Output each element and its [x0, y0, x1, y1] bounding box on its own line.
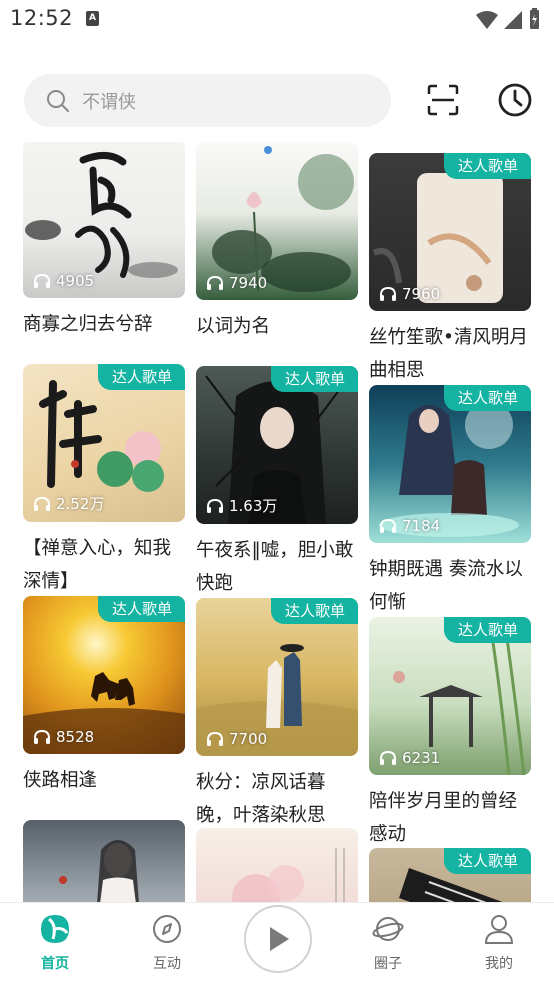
search-box[interactable]: 不谓侠: [24, 74, 391, 127]
play-icon: [270, 927, 289, 951]
play-button[interactable]: [244, 905, 312, 973]
cover-image: 达人歌单 7960: [369, 153, 531, 311]
playlist-card[interactable]: 达人歌单 7184 钟期既遇 奏流水以何惭: [369, 385, 531, 619]
playlist-card[interactable]: [196, 828, 358, 902]
headphones-icon: [207, 731, 223, 746]
cover-image: 达人歌单 7700: [196, 598, 358, 756]
headphones-icon: [34, 496, 50, 511]
cover-image: 7940: [196, 142, 358, 300]
tab-mine[interactable]: 我的: [459, 913, 539, 973]
playlist-card[interactable]: 达人歌单 2.52万 【禅意入心，知我深情】: [23, 364, 185, 598]
playlist-card[interactable]: 4905 商寡之归去兮辞: [23, 142, 185, 341]
wifi-icon: [475, 11, 498, 29]
play-count: 7960: [379, 285, 440, 303]
play-count: 8528: [33, 728, 94, 746]
headphones-icon: [34, 729, 50, 744]
playlist-card[interactable]: 达人歌单: [369, 848, 531, 902]
history-icon[interactable]: [497, 82, 533, 118]
playlist-feed: 4905 商寡之归去兮辞 达人歌单 2.52万 【禅意入心，知我深情】 达人歌单…: [0, 142, 554, 902]
play-count: 7184: [379, 517, 440, 535]
home-icon: [41, 915, 69, 943]
status-icons: [475, 8, 540, 34]
playlist-title: 侠路相逢: [23, 770, 98, 791]
planet-icon: [372, 917, 404, 941]
playlist-title: 以词为名: [196, 316, 271, 337]
playlist-title: 商寡之归去兮辞: [23, 314, 153, 335]
playlist-card[interactable]: 7940 以词为名: [196, 142, 358, 343]
playlist-title: 【禅意入心，知我深情】: [23, 538, 172, 592]
cover-image: 达人歌单 6231: [369, 617, 531, 775]
tab-label: 互动: [153, 956, 181, 972]
tab-label: 我的: [485, 956, 513, 972]
playlist-card[interactable]: 达人歌单 8528 侠路相逢: [23, 596, 185, 797]
user-icon: [484, 915, 514, 944]
headphones-icon: [207, 275, 223, 290]
cover-image: 达人歌单 1.63万: [196, 366, 358, 524]
expert-playlist-badge: 达人歌单: [270, 598, 358, 624]
battery-icon: [530, 8, 539, 29]
playlist-title: 丝竹笙歌•清风明月曲相思: [369, 327, 528, 381]
headphones-icon: [380, 518, 396, 533]
playlist-card[interactable]: [23, 820, 185, 902]
search-row: 不谓侠: [0, 72, 554, 130]
cover-image: 达人歌单: [369, 848, 531, 902]
playlist-card[interactable]: 达人歌单 7700 秋分：凉风话暮晚，叶落染秋思: [196, 598, 358, 832]
play-count: 6231: [379, 749, 440, 767]
expert-playlist-badge: 达人歌单: [97, 596, 185, 622]
status-bar: 12:52 A: [0, 0, 554, 40]
cover-image: [196, 828, 358, 902]
expert-playlist-badge: 达人歌单: [443, 153, 531, 179]
signal-icon: [503, 11, 522, 29]
tab-interact[interactable]: 互动: [127, 913, 207, 973]
play-count: 4905: [33, 272, 94, 290]
lady-art: [59, 840, 139, 902]
playlist-card[interactable]: 达人歌单 6231 陪伴岁月里的曾经感动: [369, 617, 531, 851]
play-count: 7700: [206, 730, 267, 748]
cover-image: 达人歌单 8528: [23, 596, 185, 754]
bottom-tab-bar: 首页 互动 圈子 我的: [0, 902, 554, 985]
expert-playlist-badge: 达人歌单: [443, 617, 531, 643]
blossom-art: [232, 848, 345, 902]
playlist-title: 钟期既遇 奏流水以何惭: [369, 559, 523, 613]
expert-playlist-badge: 达人歌单: [443, 385, 531, 411]
playlist-title: 午夜系‖嘘，胆小敢快跑: [196, 540, 354, 594]
playlist-card[interactable]: 达人歌单 1.63万 午夜系‖嘘，胆小敢快跑: [196, 366, 358, 600]
tab-circle[interactable]: 圈子: [348, 913, 428, 973]
playlist-title: 陪伴岁月里的曾经感动: [369, 791, 518, 845]
headphones-icon: [380, 750, 396, 765]
playlist-title: 秋分：凉风话暮晚，叶落染秋思: [196, 772, 326, 826]
tab-label: 圈子: [374, 956, 402, 972]
expert-playlist-badge: 达人歌单: [97, 364, 185, 390]
headphones-icon: [34, 273, 50, 288]
search-icon: [47, 90, 69, 112]
scan-icon[interactable]: [427, 84, 459, 116]
search-placeholder: 不谓侠: [82, 92, 136, 113]
play-count: 2.52万: [33, 493, 104, 514]
status-time: 12:52: [10, 6, 74, 30]
tab-home[interactable]: 首页: [15, 913, 95, 973]
play-count: 7940: [206, 274, 267, 292]
headphones-icon: [207, 498, 223, 513]
sim-icon: A: [86, 11, 99, 26]
compass-icon: [153, 915, 181, 943]
expert-playlist-badge: 达人歌单: [270, 366, 358, 392]
play-count: 1.63万: [206, 495, 277, 516]
cover-image: 达人歌单 7184: [369, 385, 531, 543]
tab-label: 首页: [41, 956, 69, 972]
cover-image: [23, 820, 185, 902]
headphones-icon: [380, 286, 396, 301]
expert-playlist-badge: 达人歌单: [443, 848, 531, 874]
cover-image: 达人歌单 2.52万: [23, 364, 185, 522]
playlist-card[interactable]: 达人歌单 7960 丝竹笙歌•清风明月曲相思: [369, 153, 531, 387]
cover-image: 4905: [23, 142, 185, 298]
